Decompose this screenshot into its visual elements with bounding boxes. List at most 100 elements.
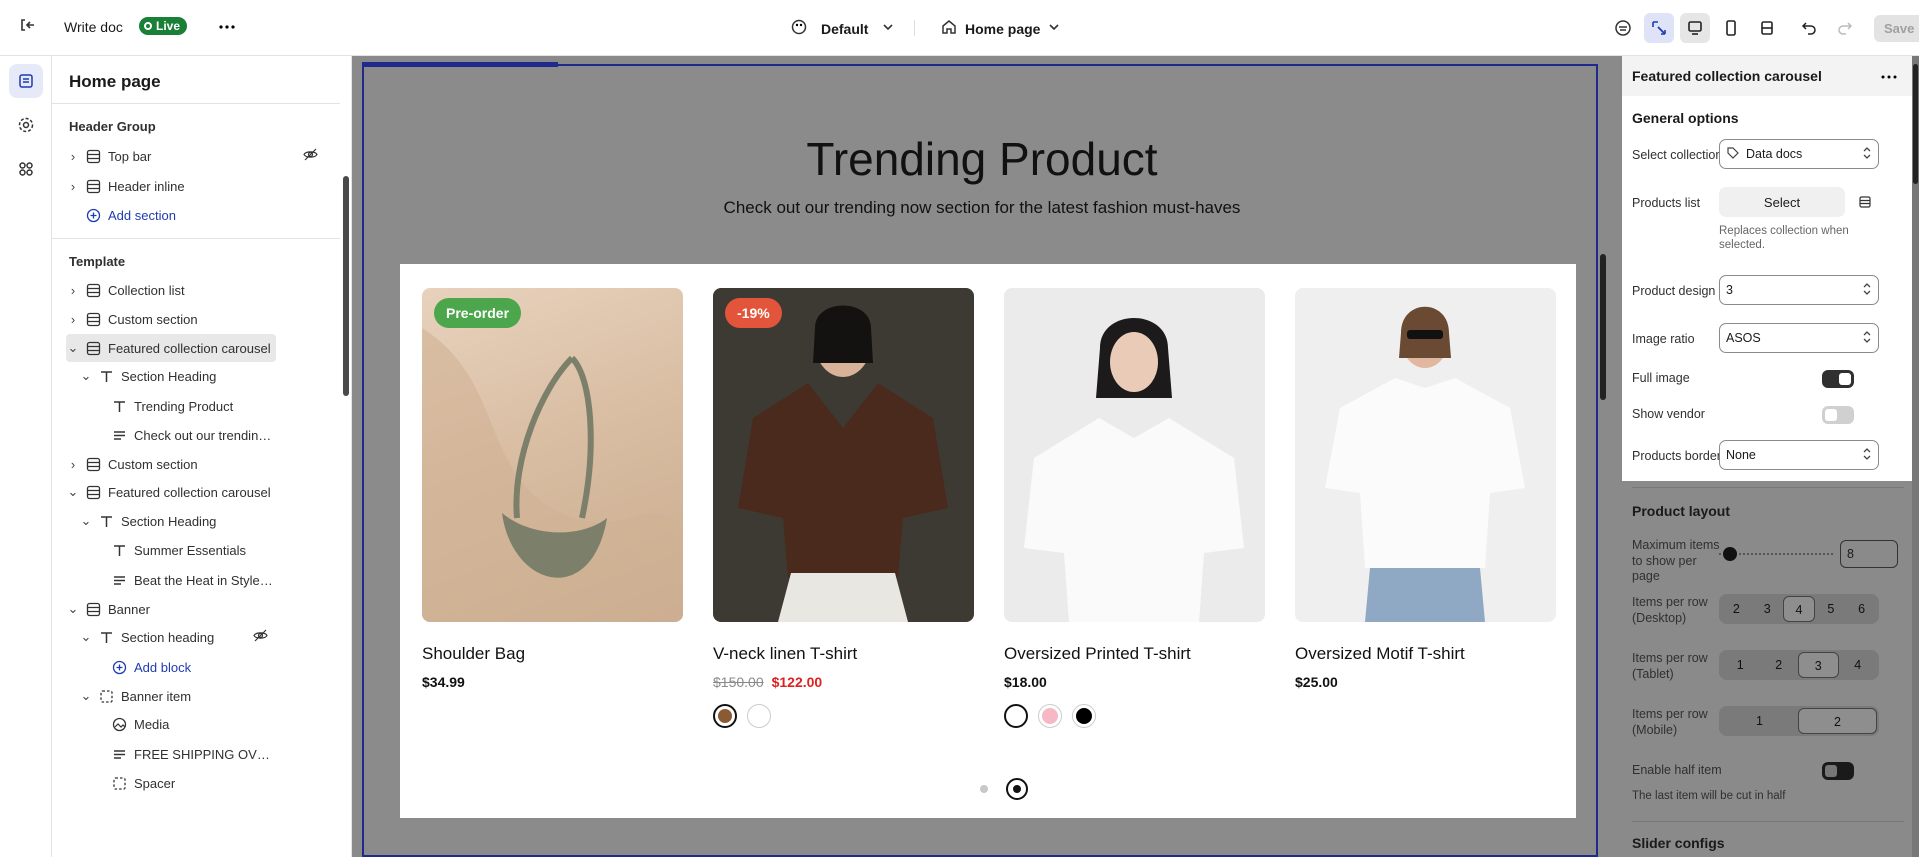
eye-hidden-icon[interactable]: [253, 628, 268, 646]
product-card[interactable]: Oversized Motif T-shirt $25.00: [1295, 288, 1556, 690]
sidebar-item-collection-list[interactable]: › Collection list: [66, 276, 276, 304]
desktop-view-icon[interactable]: [1680, 13, 1710, 43]
product-name[interactable]: Oversized Motif T-shirt: [1295, 644, 1556, 664]
seg-option[interactable]: 1: [1721, 708, 1798, 734]
preview-scrollbar[interactable]: [1598, 64, 1622, 857]
show-vendor-toggle[interactable]: [1822, 406, 1854, 424]
sections-icon[interactable]: [9, 64, 43, 98]
product-name[interactable]: Shoulder Bag: [422, 644, 683, 664]
section-title[interactable]: Trending Product: [364, 132, 1600, 186]
seg-option[interactable]: 5: [1815, 596, 1846, 622]
chevron-right-icon[interactable]: ›: [66, 179, 80, 194]
mobile-view-icon[interactable]: [1716, 13, 1746, 43]
product-design-dropdown[interactable]: 3: [1719, 275, 1879, 305]
more-icon[interactable]: [1880, 68, 1898, 89]
sidebar-item-subheading-text[interactable]: Beat the Heat in Style: It's tim...: [92, 566, 276, 594]
sidebar-item-section-heading[interactable]: ⌄ Section heading: [79, 623, 276, 651]
max-items-input[interactable]: 8: [1840, 540, 1898, 568]
product-image[interactable]: [1004, 288, 1265, 622]
inspector-icon[interactable]: [1644, 13, 1674, 43]
sidebar-item-spacer[interactable]: Spacer: [92, 769, 276, 797]
section-subtitle[interactable]: Check out our trending now section for t…: [364, 198, 1600, 218]
sidebar-item-heading-text[interactable]: Trending Product: [92, 392, 276, 420]
slider-knob[interactable]: [1723, 547, 1737, 561]
product-card[interactable]: Pre-order Shoulder Bag $34.99: [422, 288, 683, 690]
sidebar-item-custom-section[interactable]: › Custom section: [66, 450, 276, 478]
product-name[interactable]: Oversized Printed T-shirt: [1004, 644, 1265, 664]
seg-option[interactable]: 2: [1760, 652, 1799, 678]
select-collection-dropdown[interactable]: Data docs: [1719, 139, 1879, 169]
panel-scroll-thumb[interactable]: [1913, 64, 1918, 184]
product-image[interactable]: [1295, 288, 1556, 622]
sidebar-item-heading-text[interactable]: Summer Essentials: [92, 536, 276, 564]
chevron-down-icon[interactable]: ⌄: [66, 484, 80, 500]
swatch-black[interactable]: [1072, 704, 1096, 728]
sidebar-item-section-heading[interactable]: ⌄ Section Heading: [79, 507, 276, 535]
sidebar-item-top-bar[interactable]: › Top bar: [66, 142, 326, 170]
product-card[interactable]: Oversized Printed T-shirt $18.00: [1004, 288, 1265, 728]
pagination-dot-active[interactable]: [1006, 778, 1028, 800]
seg-option[interactable]: 2: [1721, 596, 1752, 622]
add-section-button[interactable]: Add section: [66, 201, 326, 229]
chevron-down-icon[interactable]: ⌄: [79, 629, 93, 645]
ai-icon[interactable]: [1608, 13, 1638, 43]
product-image[interactable]: Pre-order: [422, 288, 683, 622]
sidebar-item-banner-text[interactable]: FREE SHIPPING OVER ORDER...: [92, 740, 276, 768]
sidebar-item-media[interactable]: Media: [92, 710, 276, 738]
preview-scroll-thumb[interactable]: [1600, 254, 1606, 400]
swatch-white[interactable]: [1004, 704, 1028, 728]
swatch-pink[interactable]: [1038, 704, 1062, 728]
redo-icon[interactable]: [1830, 13, 1860, 43]
seg-option[interactable]: 4: [1839, 652, 1878, 678]
products-border-dropdown[interactable]: None: [1719, 440, 1879, 470]
save-button[interactable]: Save: [1874, 14, 1919, 42]
database-icon[interactable]: [1851, 187, 1879, 217]
chevron-down-icon[interactable]: ⌄: [79, 513, 93, 529]
seg-option[interactable]: 3: [1752, 596, 1783, 622]
sidebar-item-banner[interactable]: ⌄ Banner: [66, 595, 276, 623]
chevron-down-icon[interactable]: ⌄: [79, 368, 93, 384]
seg-option-selected[interactable]: 3: [1798, 652, 1839, 678]
add-block-button[interactable]: Add block: [92, 653, 276, 681]
product-name[interactable]: V-neck linen T-shirt: [713, 644, 974, 664]
seg-option[interactable]: 6: [1846, 596, 1877, 622]
theme-selector[interactable]: Default: [791, 19, 894, 38]
fullscreen-icon[interactable]: [1752, 13, 1782, 43]
chevron-down-icon[interactable]: ⌄: [66, 340, 80, 356]
sidebar-item-subheading-text[interactable]: Check out our trending now s...: [92, 421, 276, 449]
eye-hidden-icon[interactable]: [303, 147, 318, 165]
undo-icon[interactable]: [1794, 13, 1824, 43]
image-ratio-dropdown[interactable]: ASOS: [1719, 323, 1879, 353]
settings-gear-icon[interactable]: [9, 108, 43, 142]
chevron-right-icon[interactable]: ›: [66, 457, 80, 472]
section-frame[interactable]: Trending Product Check out our trending …: [362, 64, 1598, 857]
sidebar-item-banner-item[interactable]: ⌄ Banner item: [79, 682, 276, 710]
exit-icon[interactable]: [18, 16, 36, 34]
sidebar-item-custom-section[interactable]: › Custom section: [66, 305, 276, 333]
pagination-dot[interactable]: [980, 785, 988, 793]
chevron-right-icon[interactable]: ›: [66, 312, 80, 327]
page-selector[interactable]: Home page: [941, 19, 1060, 38]
max-items-slider[interactable]: [1719, 547, 1833, 561]
more-icon[interactable]: [218, 18, 236, 36]
chevron-right-icon[interactable]: ›: [66, 149, 80, 164]
seg-option-selected[interactable]: 2: [1798, 708, 1877, 734]
product-image[interactable]: -19%: [713, 288, 974, 622]
seg-option[interactable]: 1: [1721, 652, 1760, 678]
swatch-brown[interactable]: [713, 704, 737, 728]
half-item-toggle[interactable]: [1822, 762, 1854, 780]
sidebar-item-featured-collection-carousel[interactable]: ⌄ Featured collection carousel: [66, 478, 276, 506]
chevron-down-icon[interactable]: ⌄: [66, 601, 80, 617]
full-image-toggle[interactable]: [1822, 370, 1854, 388]
chevron-down-icon[interactable]: ⌄: [79, 688, 93, 704]
sidebar-item-featured-collection-carousel[interactable]: ⌄ Featured collection carousel: [66, 334, 276, 362]
swatch-white[interactable]: [747, 704, 771, 728]
seg-option-selected[interactable]: 4: [1782, 596, 1816, 622]
sidebar-scroll-thumb[interactable]: [343, 176, 349, 396]
chevron-right-icon[interactable]: ›: [66, 283, 80, 298]
sidebar-item-section-heading[interactable]: ⌄ Section Heading: [79, 362, 276, 390]
sidebar-item-header-inline[interactable]: › Header inline: [66, 172, 326, 200]
product-card[interactable]: -19% V-neck linen T-shirt $150.00 $122.00: [713, 288, 974, 728]
apps-icon[interactable]: [9, 152, 43, 186]
products-list-select-button[interactable]: Select: [1719, 187, 1845, 217]
